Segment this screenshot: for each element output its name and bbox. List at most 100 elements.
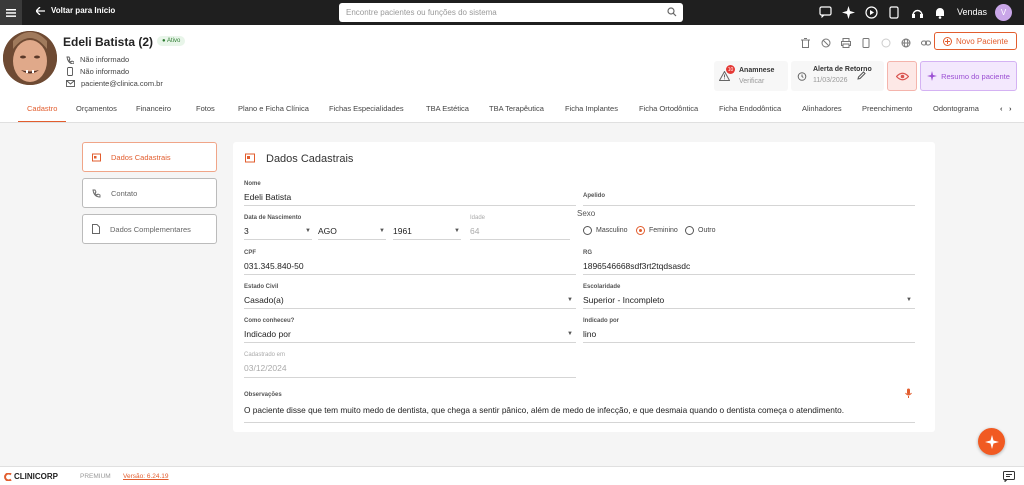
device-icon[interactable]	[887, 5, 901, 19]
menu-icon[interactable]	[0, 0, 22, 25]
dia-select[interactable]: 3	[244, 226, 249, 236]
sidebar-item-contato[interactable]: Contato	[82, 178, 217, 208]
sidebar-item-label: Contato	[111, 188, 138, 198]
estado-civil-underline	[244, 308, 576, 309]
print-icon[interactable]	[840, 37, 851, 48]
block-icon[interactable]	[820, 37, 831, 48]
sparkle-icon[interactable]	[841, 5, 855, 19]
radio-label: Feminino	[649, 227, 678, 234]
patient-photo[interactable]	[3, 31, 57, 85]
return-alert-card[interactable]: Alerta de Retorno 11/03/2026	[791, 61, 884, 91]
sexo-masculino-radio[interactable]: Masculino	[583, 226, 628, 235]
rg-label: RG	[583, 250, 592, 256]
tab-fichas-especialidades[interactable]: Fichas Especialidades	[329, 104, 404, 113]
new-patient-button[interactable]: Novo Paciente	[934, 32, 1017, 50]
version-link[interactable]: Versão: 6.24.19	[123, 473, 169, 480]
id-card-icon	[92, 153, 101, 161]
mobile-device-icon[interactable]	[860, 37, 871, 48]
chat-icon[interactable]	[1003, 471, 1015, 482]
observacoes-field[interactable]: O paciente disse que tem muito medo de d…	[244, 405, 914, 415]
indicado-por-underline	[583, 342, 915, 343]
escolaridade-underline	[583, 308, 915, 309]
globe-icon[interactable]	[900, 37, 911, 48]
tab-preenchimento[interactable]: Preenchimento	[862, 104, 912, 113]
form-title: Dados Cadastrais	[266, 153, 354, 165]
sexo-outro-radio[interactable]: Outro	[685, 226, 716, 235]
privacy-eye-button[interactable]	[887, 61, 917, 91]
tab-odontograma[interactable]: Odontograma	[933, 104, 979, 113]
eye-icon	[895, 72, 909, 80]
mobile-icon	[67, 67, 73, 76]
tab-scroll-right[interactable]: ›	[1009, 104, 1012, 113]
observacoes-underline	[244, 422, 915, 423]
como-conheceu-underline	[244, 342, 576, 343]
dia-underline	[244, 239, 312, 240]
patient-header: Edeli Batista (2) ● Ativo Não informado …	[0, 25, 1024, 123]
anamnese-card[interactable]: 10 Anamnese Verificar	[714, 61, 788, 91]
ai-assistant-fab[interactable]	[978, 428, 1005, 455]
radio-circle	[685, 226, 694, 235]
escolaridade-select[interactable]: Superior - Incompleto	[583, 295, 664, 305]
tab-financeiro[interactable]: Financeiro	[136, 104, 171, 113]
trash-icon[interactable]	[800, 37, 811, 48]
pencil-icon[interactable]	[857, 71, 866, 80]
footer: CLINICORP PREMIUM Versão: 6.24.19	[0, 466, 1024, 485]
sexo-label: Sexo	[577, 209, 596, 218]
chat-icon[interactable]	[818, 5, 832, 19]
back-to-home-link[interactable]: Voltar para Início	[36, 6, 115, 15]
video-icon[interactable]	[864, 5, 878, 19]
user-avatar[interactable]: V	[995, 4, 1012, 21]
anamnese-count-badge: 10	[726, 65, 735, 74]
estado-civil-label: Estado Civil	[244, 284, 279, 290]
tab-orcamentos[interactable]: Orçamentos	[76, 104, 117, 113]
como-conheceu-select[interactable]: Indicado por	[244, 329, 291, 339]
estado-civil-select[interactable]: Casado(a)	[244, 295, 284, 305]
tab-tba-estetica[interactable]: TBA Estética	[426, 104, 469, 113]
patient-summary-label: Resumo do paciente	[941, 71, 1010, 81]
patient-summary-button[interactable]: Resumo do paciente	[920, 61, 1017, 91]
tab-tba-terapeutica[interactable]: TBA Terapêutica	[489, 104, 544, 113]
phone-icon	[92, 189, 101, 197]
bell-icon[interactable]	[933, 5, 947, 19]
idade-underline	[470, 239, 570, 240]
indicado-por-label: Indicado por	[583, 318, 619, 324]
ano-select[interactable]: 1961	[393, 226, 412, 236]
tab-scroll-left[interactable]: ‹	[1000, 104, 1003, 113]
chevron-down-icon: ▼	[305, 228, 311, 234]
microphone-icon[interactable]	[905, 388, 912, 398]
search-placeholder: Encontre pacientes ou funções do sistema	[346, 8, 497, 17]
nome-field[interactable]: Edeli Batista	[244, 192, 291, 202]
user-name[interactable]: Vendas	[957, 7, 987, 17]
cpf-field[interactable]: 031.345.840-50	[244, 261, 304, 271]
sidebar-item-dados-complementares[interactable]: Dados Complementares	[82, 214, 217, 244]
tab-fotos[interactable]: Fotos	[196, 104, 215, 113]
cpf-underline	[244, 274, 576, 275]
header-divider	[0, 122, 1024, 123]
mes-select[interactable]: AGO	[318, 226, 337, 236]
indicado-por-field[interactable]: lino	[583, 329, 596, 339]
cadastrado-em-field: 03/12/2024	[244, 363, 287, 373]
mobile-row: Não informado	[66, 67, 129, 76]
support-icon[interactable]	[910, 5, 924, 19]
rg-field[interactable]: 1896546668sdf3rt2tqdsasdc	[583, 261, 690, 271]
tab-plano-ficha-clinica[interactable]: Plano e Ficha Clínica	[238, 104, 309, 113]
sexo-feminino-radio[interactable]: Feminino	[636, 226, 678, 235]
sidebar-item-label: Dados Cadastrais	[111, 152, 171, 162]
sidebar-item-dados-cadastrais[interactable]: Dados Cadastrais	[82, 142, 217, 172]
sparkle-icon	[927, 71, 938, 81]
tab-ficha-endodontica[interactable]: Ficha Endodôntica	[719, 104, 781, 113]
mobile-value: Não informado	[80, 67, 130, 76]
status-badge: ● Ativo	[157, 36, 186, 46]
search-icon	[667, 7, 677, 17]
tab-alinhadores[interactable]: Alinhadores	[802, 104, 842, 113]
tab-cadastro[interactable]: Cadastro	[27, 104, 57, 113]
apelido-label: Apelido	[583, 193, 605, 199]
tab-ficha-implantes[interactable]: Ficha Implantes	[565, 104, 618, 113]
search-input[interactable]: Encontre pacientes ou funções do sistema	[339, 3, 683, 22]
link-icon[interactable]	[920, 37, 931, 48]
radio-label: Outro	[698, 227, 716, 234]
status-badge-label: Ativo	[166, 38, 181, 44]
tab-ficha-ortodontica[interactable]: Ficha Ortodôntica	[639, 104, 698, 113]
whatsapp-icon[interactable]	[880, 37, 891, 48]
document-icon	[92, 224, 100, 234]
